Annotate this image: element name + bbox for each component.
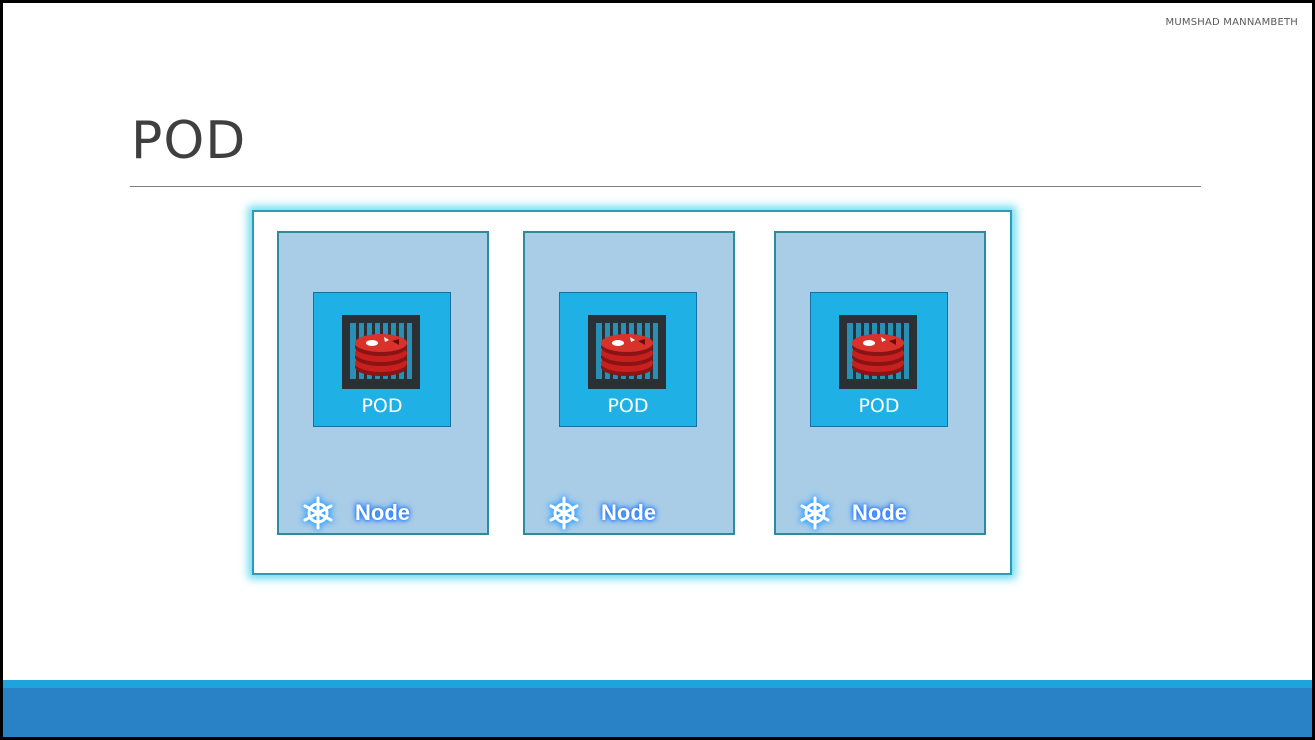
slide: MUMSHAD MANNAMBETH POD POD Node POD Node… — [0, 0, 1315, 740]
container-icon — [342, 315, 420, 389]
pod-label: POD — [607, 395, 649, 417]
container-icon — [839, 315, 917, 389]
redis-icon — [350, 323, 412, 379]
pod-2: POD — [559, 292, 697, 427]
node-1: POD Node — [277, 231, 489, 535]
cluster-box: POD Node POD Node POD Node — [252, 210, 1012, 575]
node-3: POD Node — [774, 231, 986, 535]
pod-label: POD — [361, 395, 403, 417]
node-footer: Node — [798, 495, 907, 531]
pod-3: POD — [810, 292, 948, 427]
node-footer: Node — [547, 495, 656, 531]
node-2: POD Node — [523, 231, 735, 535]
pod-label: POD — [858, 395, 900, 417]
container-icon — [588, 315, 666, 389]
redis-icon — [847, 323, 909, 379]
redis-icon — [596, 323, 658, 379]
pod-1: POD — [313, 292, 451, 427]
footer-accent-stripe — [3, 680, 1312, 688]
title-divider — [130, 186, 1201, 187]
slide-title: POD — [131, 111, 247, 171]
node-footer: Node — [301, 495, 410, 531]
node-label: Node — [355, 500, 410, 525]
author-credit: MUMSHAD MANNAMBETH — [1165, 17, 1298, 28]
kubernetes-helm-icon — [800, 496, 830, 530]
node-label: Node — [601, 500, 656, 525]
node-label: Node — [852, 500, 907, 525]
kubernetes-helm-icon — [549, 496, 579, 530]
kubernetes-helm-icon — [303, 496, 333, 530]
footer-bar — [3, 688, 1312, 737]
